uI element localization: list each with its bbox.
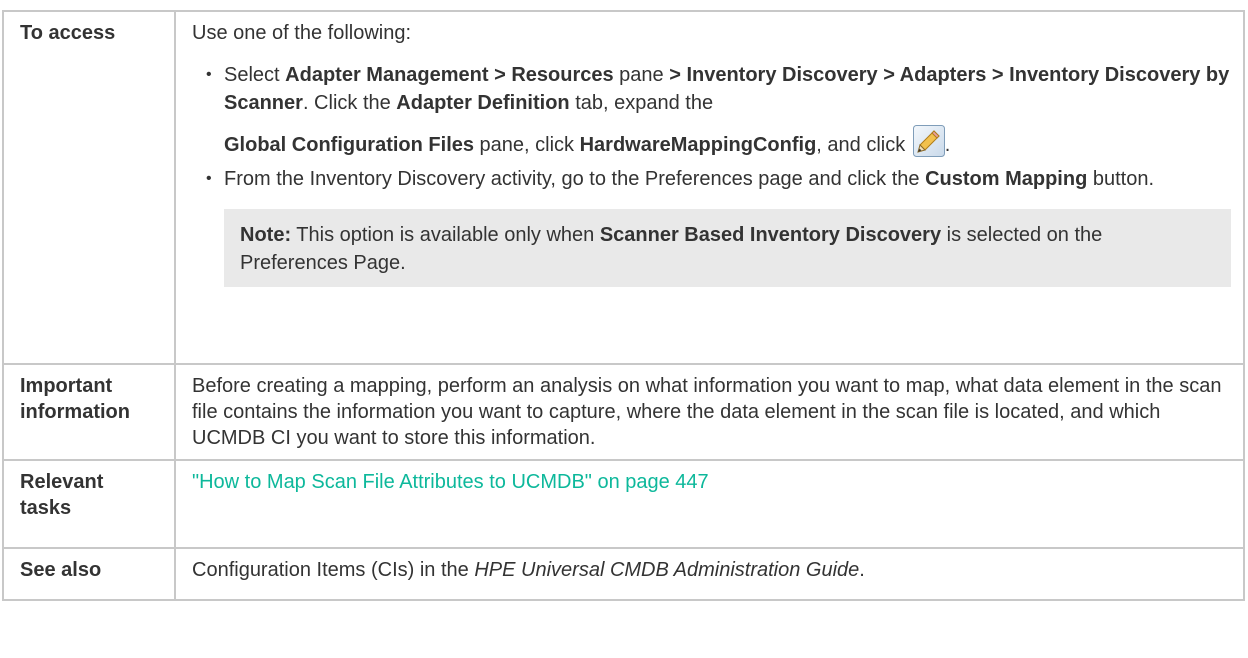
- content-see-also: Configuration Items (CIs) in the HPE Uni…: [174, 547, 1245, 601]
- list-item-adapter-management: Select Adapter Management > Resources pa…: [192, 61, 1231, 159]
- content-important-information: Before creating a mapping, perform an an…: [174, 363, 1245, 461]
- row-relevant-tasks: Relevant tasks "How to Map Scan File Attr…: [2, 459, 1245, 549]
- label-see-also: See also: [2, 547, 176, 601]
- note-label: Note:: [240, 224, 292, 246]
- row-see-also: See also Configuration Items (CIs) in th…: [2, 547, 1245, 601]
- important-text: Before creating a mapping, perform an an…: [192, 375, 1222, 449]
- row-to-access: To access Use one of the following: Sele…: [2, 10, 1245, 365]
- relevant-task-link[interactable]: "How to Map Scan File Attributes to UCMD…: [192, 471, 709, 493]
- row-important-information: Important information Before creating a m…: [2, 363, 1245, 461]
- note-box: Note: This option is available only when…: [224, 209, 1231, 287]
- edit-pencil-icon: [912, 125, 945, 157]
- content-relevant-tasks: "How to Map Scan File Attributes to UCMD…: [174, 459, 1245, 549]
- label-important-information: Important information: [2, 363, 176, 461]
- access-intro: Use one of the following:: [192, 22, 412, 44]
- guide-title: HPE Universal CMDB Administration Guide: [474, 559, 860, 581]
- info-table: To access Use one of the following: Sele…: [2, 10, 1245, 601]
- list-item-custom-mapping: From the Inventory Discovery activity, g…: [192, 165, 1231, 193]
- label-to-access: To access: [2, 10, 176, 365]
- content-to-access: Use one of the following: Select Adapter…: [174, 10, 1245, 365]
- access-options-list: Select Adapter Management > Resources pa…: [192, 61, 1231, 193]
- label-relevant-tasks: Relevant tasks: [2, 459, 176, 549]
